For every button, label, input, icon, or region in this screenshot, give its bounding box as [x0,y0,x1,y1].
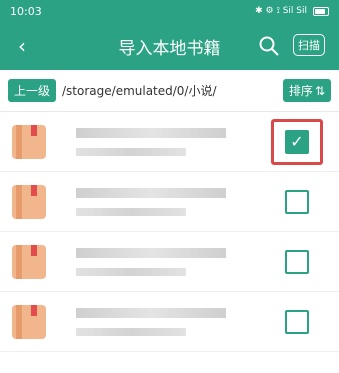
sort-button[interactable]: 排序 ⇅ [282,79,331,102]
search-icon[interactable] [257,34,281,58]
book-icon [12,244,46,279]
file-info-redacted [76,127,276,156]
book-icon [12,184,46,219]
check-icon: ✓ [290,132,304,151]
file-info-redacted [76,307,276,336]
file-checkbox[interactable] [285,189,309,214]
file-list: ✓ [0,112,339,352]
file-info-redacted [76,247,276,276]
app-bar: ‹ 导入本地书籍 扫描 [0,22,339,70]
file-row[interactable] [0,232,339,292]
sort-icon: ⇅ [314,83,325,98]
file-checkbox[interactable] [285,249,309,274]
status-icons: ✱ ⚙ ⟟ Sil Sil [255,6,329,16]
chevron-left-icon: ‹ [18,34,26,58]
file-row[interactable] [0,292,339,352]
file-checkbox[interactable] [285,309,309,334]
file-info-redacted [76,187,276,216]
status-indicators: ✱ ⚙ ⟟ Sil Sil [255,6,307,16]
book-icon [12,124,46,159]
page-title: 导入本地书籍 [118,38,221,59]
file-row[interactable] [0,172,339,232]
scan-button[interactable]: 扫描 [293,34,325,56]
file-checkbox[interactable]: ✓ [285,129,309,154]
status-bar: 10:03 ✱ ⚙ ⟟ Sil Sil [0,0,339,22]
sort-label: 排序 [288,84,313,98]
book-icon [12,304,46,339]
battery-icon [313,6,329,16]
current-path: /storage/emulated/0/小说/ [62,84,217,98]
path-bar: 上一级 /storage/emulated/0/小说/ 排序 ⇅ [0,70,339,112]
up-level-button[interactable]: 上一级 [8,79,57,102]
back-button[interactable]: ‹ [0,22,44,70]
file-row[interactable]: ✓ [0,112,339,172]
status-time: 10:03 [10,4,42,18]
